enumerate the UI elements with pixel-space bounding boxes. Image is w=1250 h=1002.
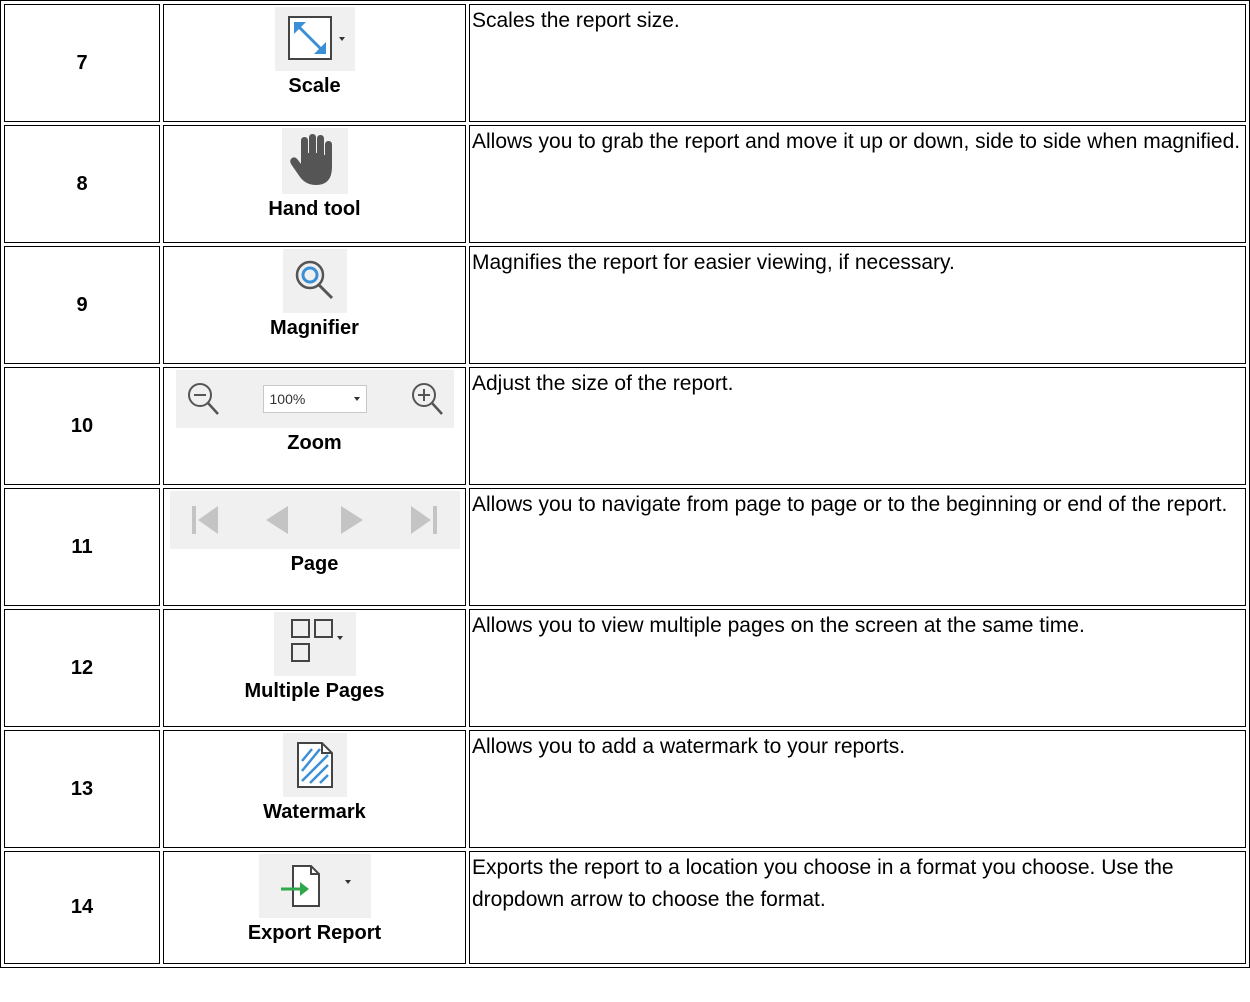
multiple-pages-icon <box>290 619 343 662</box>
table-row: 7 Scale Scales the report size. <box>4 4 1246 122</box>
magnifier-icon <box>295 260 333 300</box>
row-number: 9 <box>4 246 160 364</box>
icon-label: Page <box>290 553 339 575</box>
multiple-pages-button[interactable] <box>273 612 356 676</box>
icon-label: Export Report <box>247 922 382 944</box>
zoom-value: 100% <box>269 391 306 407</box>
description-text: Allows you to view multiple pages on the… <box>472 614 1085 637</box>
row-number: 7 <box>4 4 160 122</box>
icon-label: Hand tool <box>268 198 361 220</box>
zoom-out-icon[interactable] <box>186 381 220 417</box>
description-text: Scales the report size. <box>472 9 680 32</box>
icon-cell: Scale <box>163 4 466 122</box>
page-navigation-toolbar <box>169 491 460 549</box>
description-text: Exports the report to a location you cho… <box>472 856 1174 911</box>
next-page-icon[interactable] <box>333 502 369 538</box>
zoom-in-icon[interactable] <box>410 381 444 417</box>
icon-label: Scale <box>288 75 341 97</box>
table-row: 9 Magnifier Magnifies the report for eas… <box>4 246 1246 364</box>
icon-cell: Export Report <box>163 851 466 964</box>
table-row: 14 Export Report Exports the report to a… <box>4 851 1246 964</box>
table-row: 8 Hand tool Allows you to grab the repor… <box>4 125 1246 243</box>
description-text: Magnifies the report for easier viewing,… <box>472 251 955 274</box>
icon-cell: 100% Zoom <box>163 367 466 485</box>
icon-label: Zoom <box>287 432 342 454</box>
description-cell: Allows you to grab the report and move i… <box>469 125 1246 243</box>
row-number: 10 <box>4 367 160 485</box>
first-page-icon[interactable] <box>188 502 224 538</box>
watermark-icon <box>296 742 333 788</box>
description-cell: Allows you to view multiple pages on the… <box>469 609 1246 727</box>
description-text: Allows you to grab the report and move i… <box>472 130 1241 153</box>
description-cell: Adjust the size of the report. <box>469 367 1246 485</box>
icon-cell: Watermark <box>163 730 466 848</box>
description-text: Allows you to navigate from page to page… <box>472 493 1228 516</box>
description-text: Allows you to add a watermark to your re… <box>472 735 906 758</box>
hand-icon <box>289 134 332 185</box>
icon-label: Watermark <box>263 801 366 823</box>
description-cell: Exports the report to a location you cho… <box>469 851 1246 964</box>
previous-page-icon[interactable] <box>260 502 296 538</box>
row-number: 12 <box>4 609 160 727</box>
icon-cell: Multiple Pages <box>163 609 466 727</box>
scale-icon <box>287 16 345 60</box>
table-row: 11 Page Allows you to navigate from page… <box>4 488 1246 606</box>
icon-cell: Page <box>163 488 466 606</box>
export-report-icon <box>280 865 351 907</box>
last-page-icon[interactable] <box>405 502 441 538</box>
toolbar-reference-table: 7 Scale Scales the report size. 8 Hand t… <box>0 0 1250 968</box>
table-row: 10 100% Zoom Adjust the size of the repo… <box>4 367 1246 485</box>
row-number: 14 <box>4 851 160 964</box>
scale-button[interactable] <box>274 7 355 71</box>
description-cell: Allows you to navigate from page to page… <box>469 488 1246 606</box>
description-cell: Scales the report size. <box>469 4 1246 122</box>
row-number: 13 <box>4 730 160 848</box>
watermark-button[interactable] <box>282 733 347 797</box>
description-cell: Magnifies the report for easier viewing,… <box>469 246 1246 364</box>
description-text: Adjust the size of the report. <box>472 372 734 395</box>
row-number: 8 <box>4 125 160 243</box>
table-row: 13 Watermark Allows you to add a waterma… <box>4 730 1246 848</box>
zoom-toolbar: 100% <box>175 370 454 428</box>
zoom-select[interactable]: 100% <box>262 385 367 413</box>
row-number: 11 <box>4 488 160 606</box>
description-cell: Allows you to add a watermark to your re… <box>469 730 1246 848</box>
chevron-down-icon <box>353 397 360 401</box>
export-report-button[interactable] <box>258 854 371 918</box>
icon-label: Multiple Pages <box>244 680 385 702</box>
table-row: 12 Multiple Pages Allows you to view mul… <box>4 609 1246 727</box>
icon-cell: Magnifier <box>163 246 466 364</box>
magnifier-button[interactable] <box>282 249 347 313</box>
hand-tool-button[interactable] <box>281 128 348 194</box>
icon-cell: Hand tool <box>163 125 466 243</box>
icon-label: Magnifier <box>270 317 359 339</box>
